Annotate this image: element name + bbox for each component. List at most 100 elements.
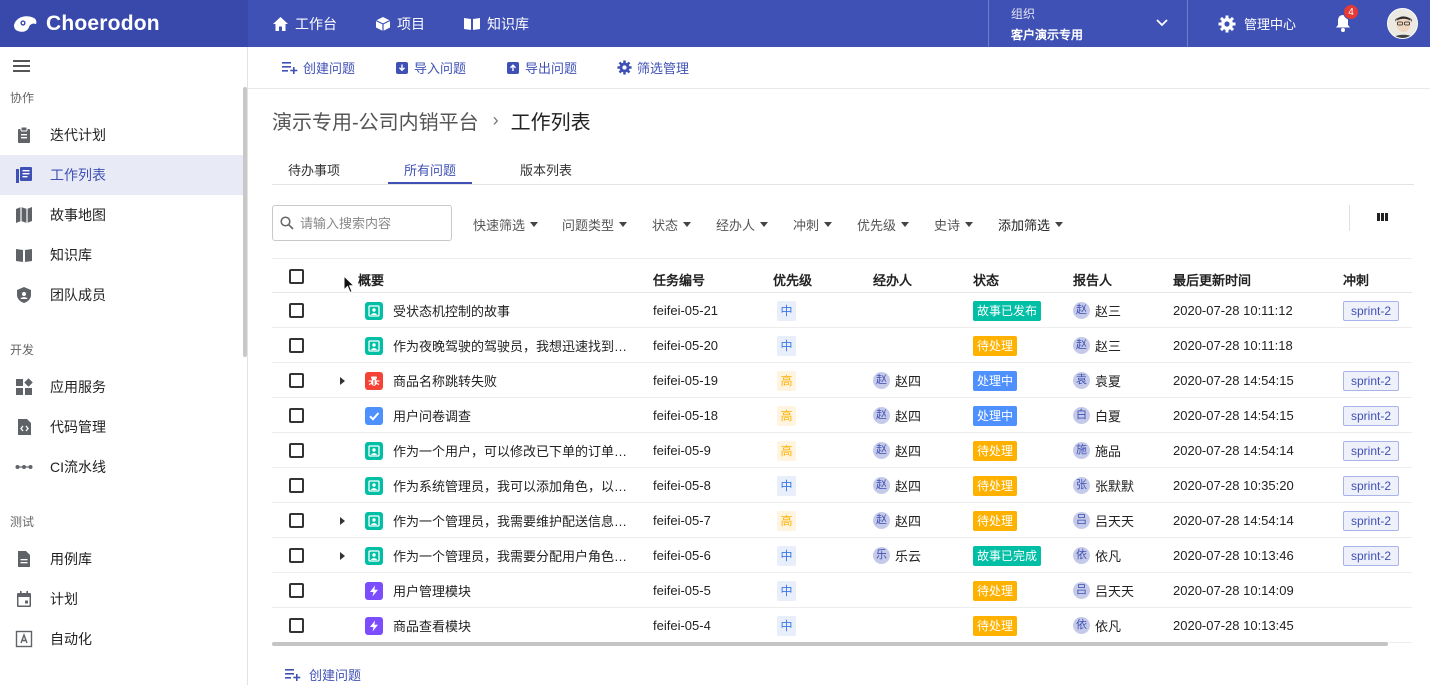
columns-icon[interactable] — [1377, 212, 1388, 222]
caret-down-icon — [824, 222, 832, 227]
filter-epic[interactable]: 史诗 — [934, 215, 973, 234]
priority-badge: 中 — [777, 301, 796, 321]
nav-projects[interactable]: 项目 — [375, 14, 425, 34]
user-avatar[interactable] — [1387, 8, 1418, 39]
sidebar-item-story-map[interactable]: 故事地图 — [0, 195, 243, 235]
admin-center-button[interactable]: 管理中心 — [1218, 0, 1296, 47]
sidebar-item-case-library[interactable]: 用例库 — [0, 539, 243, 579]
column-header-sprint[interactable]: 冲刺 — [1343, 270, 1369, 289]
sidebar-item-sprint-plan[interactable]: 迭代计划 — [0, 115, 243, 155]
table-row[interactable]: 作为系统管理员，我可以添加角色，以便分配权限feifei-05-8中赵赵四待处理… — [272, 468, 1412, 503]
sidebar-item-work-list[interactable]: 工作列表 — [0, 155, 243, 195]
issue-summary-link[interactable]: 商品查看模块 — [393, 616, 629, 635]
select-all-checkbox[interactable] — [289, 269, 304, 284]
column-header-updated[interactable]: 最后更新时间 — [1173, 270, 1251, 289]
row-checkbox[interactable] — [289, 583, 304, 598]
caret-down-icon — [901, 222, 909, 227]
filter-assignee[interactable]: 经办人 — [716, 215, 768, 234]
priority-cell: 高 — [777, 398, 796, 433]
organization-selector[interactable]: 组织 客户演示专用 — [988, 0, 1188, 47]
sprint-tag: sprint-2 — [1343, 406, 1399, 426]
row-checkbox[interactable] — [289, 513, 304, 528]
automation-icon — [15, 630, 33, 648]
logo[interactable]: Choerodon — [0, 0, 248, 47]
issue-summary-link[interactable]: 作为夜晚驾驶的驾驶员，我想迅速找到自己的车 — [393, 336, 629, 355]
sidebar-scrollbar[interactable] — [243, 87, 247, 357]
sidebar-item-code[interactable]: 代码管理 — [0, 407, 243, 447]
sidebar-item-ci[interactable]: CI流水线 — [0, 447, 243, 487]
issue-summary-link[interactable]: 受状态机控制的故事 — [393, 301, 629, 320]
table-row[interactable]: 作为一个管理员，我需要维护配送信息模块feifei-05-7高赵赵四待处理吕吕天… — [272, 503, 1412, 538]
column-header-status[interactable]: 状态 — [973, 270, 999, 289]
filter-status[interactable]: 状态 — [652, 215, 691, 234]
filter-issue-type[interactable]: 问题类型 — [562, 215, 627, 234]
table-row[interactable]: 作为夜晚驾驶的驾驶员，我想迅速找到自己的车feifei-05-20中待处理赵赵三… — [272, 328, 1412, 363]
sidebar-item-automation[interactable]: 自动化 — [0, 619, 243, 659]
issue-summary-link[interactable]: 作为一个管理员，我需要分配用户角色权限 — [393, 546, 629, 565]
issue-summary-link[interactable]: 作为一个管理员，我需要维护配送信息模块 — [393, 511, 629, 530]
issue-summary-link[interactable]: 用户问卷调查 — [393, 406, 629, 425]
sidebar-item-team[interactable]: 团队成员 — [0, 275, 243, 315]
expand-arrow-icon[interactable] — [340, 517, 345, 525]
expand-arrow-icon[interactable] — [340, 552, 345, 560]
code-file-icon — [15, 418, 33, 436]
column-header-priority[interactable]: 优先级 — [773, 270, 812, 289]
row-select-cell — [289, 573, 304, 608]
table-row[interactable]: 受状态机控制的故事feifei-05-21中故事已发布赵赵三2020-07-28… — [272, 293, 1412, 328]
issue-summary-link[interactable]: 用户管理模块 — [393, 581, 629, 600]
nav-workbench[interactable]: 工作台 — [272, 14, 337, 34]
issue-summary-link[interactable]: 作为一个用户，可以修改已下单的订单信息 — [393, 441, 629, 460]
tab-all-issues[interactable]: 所有问题 — [404, 160, 456, 179]
column-header-summary[interactable]: 概要 — [358, 270, 384, 289]
export-issue-button[interactable]: 导出问题 — [506, 58, 577, 77]
task-check-icon — [365, 407, 383, 425]
table-row[interactable]: 商品名称跳转失败feifei-05-19高赵赵四处理中袁袁夏2020-07-28… — [272, 363, 1412, 398]
row-checkbox[interactable] — [289, 373, 304, 388]
column-header-assignee[interactable]: 经办人 — [873, 270, 912, 289]
add-filter-button[interactable]: 添加筛选 — [998, 215, 1063, 234]
issue-key: feifei-05-9 — [653, 433, 711, 468]
assignee-name: 赵四 — [895, 406, 921, 425]
sidebar-item-plan[interactable]: 计划 — [0, 579, 243, 619]
filter-sprint[interactable]: 冲刺 — [793, 215, 832, 234]
table-row[interactable]: 用户管理模块feifei-05-5中待处理吕吕天天2020-07-28 10:1… — [272, 573, 1412, 608]
filter-priority[interactable]: 优先级 — [857, 215, 909, 234]
column-header-key[interactable]: 任务编号 — [653, 270, 705, 289]
row-checkbox[interactable] — [289, 303, 304, 318]
table-horizontal-scrollbar[interactable] — [272, 642, 1388, 646]
import-issue-button[interactable]: 导入问题 — [395, 58, 466, 77]
reporter-name: 依凡 — [1095, 546, 1121, 565]
filter-manage-button[interactable]: 筛选管理 — [617, 58, 689, 77]
expand-arrow-icon[interactable] — [340, 377, 345, 385]
row-checkbox[interactable] — [289, 408, 304, 423]
search-input[interactable] — [300, 216, 440, 231]
row-checkbox[interactable] — [289, 338, 304, 353]
reporter-cell: 吕吕天天 — [1073, 503, 1134, 538]
status-badge: 待处理 — [973, 336, 1017, 356]
row-checkbox[interactable] — [289, 478, 304, 493]
table-row[interactable]: 商品查看模块feifei-05-4中待处理依依凡2020-07-28 10:13… — [272, 608, 1412, 643]
menu-icon[interactable] — [13, 59, 31, 73]
sidebar-item-app-service[interactable]: 应用服务 — [0, 367, 243, 407]
row-checkbox[interactable] — [289, 548, 304, 563]
sidebar-item-knowledge[interactable]: 知识库 — [0, 235, 243, 275]
create-issue-button[interactable]: 创建问题 — [282, 58, 355, 77]
column-header-reporter[interactable]: 报告人 — [1073, 270, 1112, 289]
table-row[interactable]: 作为一个用户，可以修改已下单的订单信息feifei-05-9高赵赵四待处理施施品… — [272, 433, 1412, 468]
row-checkbox[interactable] — [289, 443, 304, 458]
sidebar-item-label: 代码管理 — [50, 417, 106, 437]
row-checkbox[interactable] — [289, 618, 304, 633]
filter-quick[interactable]: 快速筛选 — [473, 215, 538, 234]
create-issue-inline-button[interactable]: 创建问题 — [285, 665, 361, 684]
breadcrumb-project[interactable]: 演示专用-公司内销平台 — [272, 106, 479, 135]
priority-badge: 高 — [777, 441, 796, 461]
table-row[interactable]: 作为一个管理员，我需要分配用户角色权限feifei-05-6中乐乐云故事已完成依… — [272, 538, 1412, 573]
reporter-cell: 依依凡 — [1073, 538, 1121, 573]
table-row[interactable]: 用户问卷调查feifei-05-18高赵赵四处理中白白夏2020-07-28 1… — [272, 398, 1412, 433]
status-badge: 处理中 — [973, 406, 1017, 426]
tab-versions[interactable]: 版本列表 — [520, 160, 572, 179]
nav-knowledge[interactable]: 知识库 — [463, 14, 529, 34]
issue-summary-link[interactable]: 作为系统管理员，我可以添加角色，以便分配权限 — [393, 476, 629, 495]
tab-backlog[interactable]: 待办事项 — [288, 160, 340, 179]
issue-summary-link[interactable]: 商品名称跳转失败 — [393, 371, 629, 390]
